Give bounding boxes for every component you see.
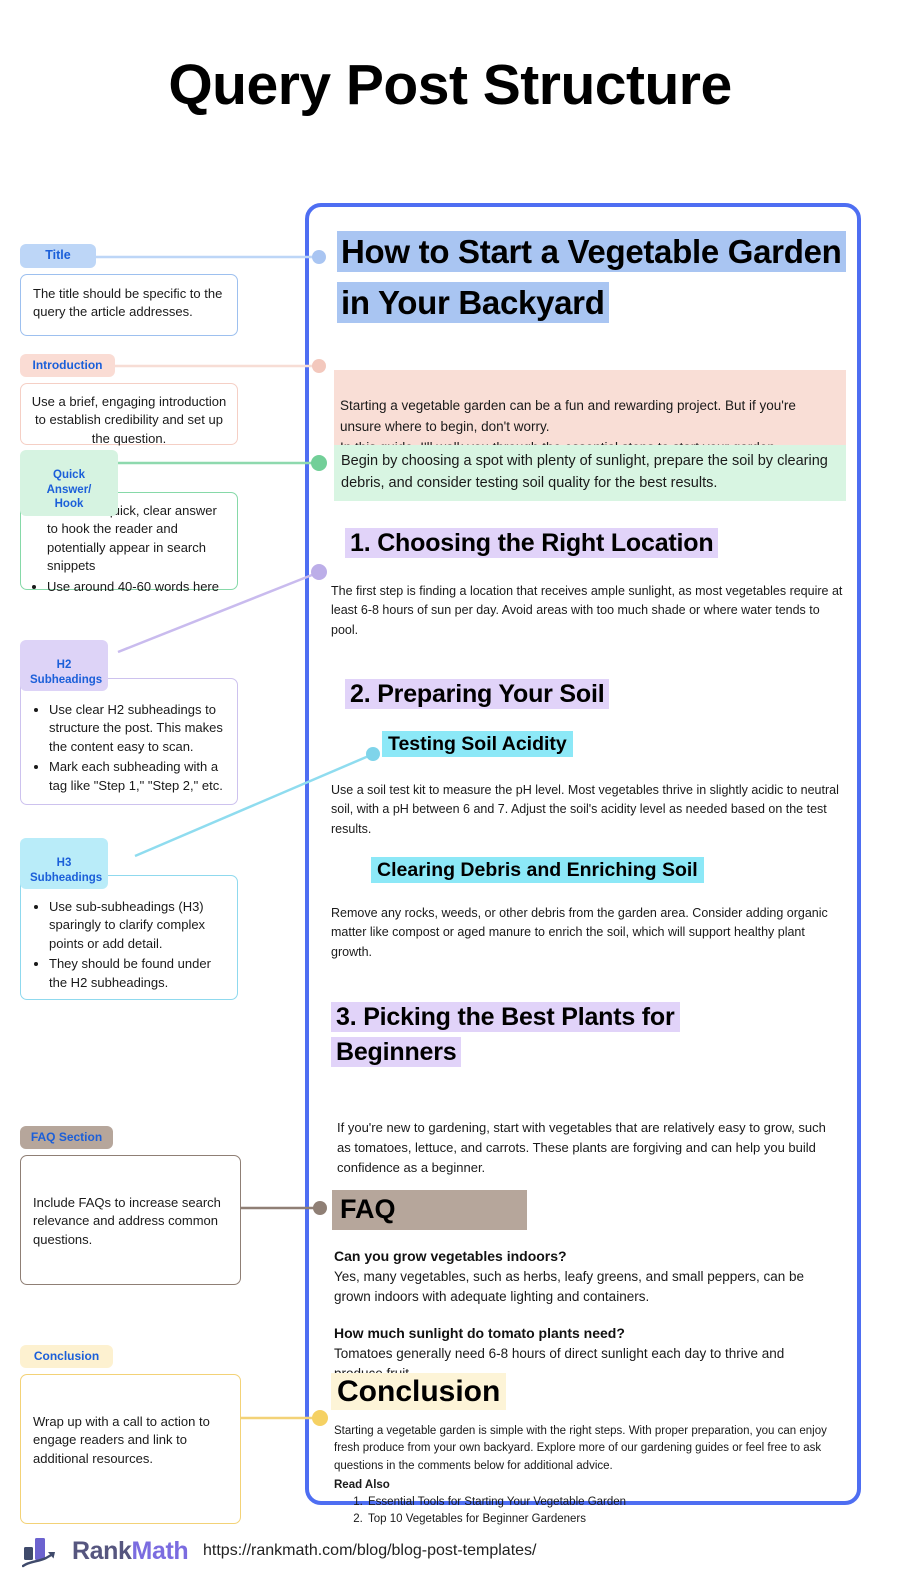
preview-conclusion-heading-text: Conclusion [331, 1373, 507, 1410]
preview-h3-heading-2-text: Clearing Debris and Enriching Soil [371, 857, 704, 883]
annotation-tag-label-title: Title [45, 248, 71, 262]
preview-conclusion-body-text: Starting a vegetable garden is simple wi… [334, 1425, 827, 1472]
preview-h2-heading-2-text: 2. Preparing Your Soil [345, 679, 610, 709]
preview-body-1-text: The first step is finding a location tha… [331, 584, 843, 637]
annotation-tag-introduction: Introduction [20, 354, 115, 377]
annotation-tag-label-introduction: Introduction [32, 358, 103, 372]
annotation-note-introduction: Use a brief, engaging introduction to es… [20, 383, 238, 446]
preview-h3-heading-2: Clearing Debris and Enriching Soil [371, 857, 841, 884]
preview-post-title-text: How to Start a Vegetable Garden in Your … [337, 231, 846, 324]
footer: RankMath https://rankmath.com/blog/blog-… [0, 1531, 900, 1587]
annotation-tag-label-quick-answer: Quick Answer/ Hook [46, 469, 92, 511]
list-item: Use clear H2 subheadings to structure th… [49, 701, 227, 756]
preview-quick-answer-text: Begin by choosing a spot with plenty of … [341, 453, 828, 491]
preview-faq-question-2-text: How much sunlight do tomato plants need? [334, 1325, 625, 1341]
preview-h2-heading-2: 2. Preparing Your Soil [345, 677, 825, 712]
preview-body-2-text: Use a soil test kit to measure the pH le… [331, 783, 839, 836]
annotation-tag-h3: H3 Subheadings [20, 838, 108, 890]
preview-h2-heading-1: 1. Choosing the Right Location [345, 526, 825, 561]
annotation-note-title: The title should be specific to the quer… [20, 274, 238, 336]
annotation-note-text-conclusion: Wrap up with a call to action to engage … [33, 1414, 210, 1466]
annotation-tag-conclusion: Conclusion [20, 1345, 113, 1368]
preview-h3-heading-1: Testing Soil Acidity [382, 731, 842, 758]
preview-faq-question-1: Can you grow vegetables indoors? [334, 1248, 567, 1264]
annotation-note-text-faq: Include FAQs to increase search relevanc… [33, 1195, 221, 1247]
annotation-tag-title: Title [20, 244, 96, 268]
annotation-tag-h2: H2 Subheadings [20, 640, 108, 692]
annotation-note-h2: Use clear H2 subheadings to structure th… [20, 678, 238, 805]
annotation-tag-quick-answer: Quick Answer/ Hook [20, 450, 118, 516]
preview-h3-heading-1-text: Testing Soil Acidity [382, 731, 573, 757]
rankmath-logo-text: RankMath [72, 1537, 189, 1566]
preview-h2-heading-3-text: 3. Picking the Best Plants for Beginners [331, 1002, 680, 1067]
preview-faq-heading: FAQ [332, 1190, 527, 1231]
preview-conclusion-heading: Conclusion [331, 1373, 507, 1410]
list-item: Mark each subheading with a tag like "St… [49, 758, 227, 795]
annotation-bullet-list-quick-answer: Provide a quick, clear answer to hook th… [29, 502, 229, 596]
page-title: Query Post Structure [168, 53, 732, 117]
preview-read-also-list: Essential Tools for Starting Your Vegeta… [366, 1494, 850, 1529]
preview-faq-heading-text: FAQ [332, 1190, 527, 1231]
preview-faq-answer-1-text: Yes, many vegetables, such as herbs, lea… [334, 1269, 805, 1304]
annotation-tag-label-conclusion: Conclusion [33, 1349, 100, 1363]
annotation-note-conclusion: Wrap up with a call to action to engage … [20, 1374, 241, 1524]
annotation-note-h3: Use sub-subheadings (H3) sparingly to cl… [20, 875, 238, 1000]
annotation-note-text-introduction: Use a brief, engaging introduction to es… [31, 394, 227, 446]
annotation-note-faq: Include FAQs to increase search relevanc… [20, 1155, 241, 1285]
annotation-tag-label-faq: FAQ Section [30, 1130, 103, 1144]
preview-h2-heading-3: 3. Picking the Best Plants for Beginners [331, 1000, 791, 1069]
preview-body-3-text: Remove any rocks, weeds, or other debris… [331, 906, 828, 959]
preview-body-2: Use a soil test kit to measure the pH le… [331, 781, 843, 839]
list-item[interactable]: Essential Tools for Starting Your Vegeta… [366, 1494, 850, 1511]
annotation-tag-label-h3: H3 Subheadings [30, 857, 103, 884]
list-item: Use sub-subheadings (H3) sparingly to cl… [49, 898, 227, 953]
preview-body-4: If you're new to gardening, start with v… [337, 1118, 839, 1178]
preview-body-3: Remove any rocks, weeds, or other debris… [331, 904, 833, 962]
preview-conclusion-body: Starting a vegetable garden is simple wi… [334, 1423, 850, 1529]
preview-body-4-text: If you're new to gardening, start with v… [337, 1120, 826, 1176]
infographic-root: Query Post Structure Title The title sho… [0, 0, 900, 1587]
footer-url[interactable]: https://rankmath.com/blog/blog-post-temp… [203, 1542, 537, 1560]
annotation-tag-faq: FAQ Section [20, 1126, 113, 1149]
preview-body-1: The first step is finding a location tha… [331, 582, 843, 640]
preview-faq-answer-1: Yes, many vegetables, such as herbs, lea… [334, 1267, 834, 1306]
preview-faq-question-2: How much sunlight do tomato plants need? [334, 1325, 625, 1341]
preview-post-title: How to Start a Vegetable Garden in Your … [337, 226, 846, 328]
list-item: Use around 40-60 words here [47, 578, 229, 596]
annotation-note-text-title: The title should be specific to the quer… [33, 286, 223, 320]
rankmath-logo-icon [22, 1538, 55, 1568]
list-item[interactable]: Top 10 Vegetables for Beginner Gardeners [366, 1511, 850, 1528]
preview-read-also-label: Read Also [334, 1478, 390, 1491]
preview-quick-answer: Begin by choosing a spot with plenty of … [334, 445, 846, 501]
blog-post-preview-panel: How to Start a Vegetable Garden in Your … [305, 203, 861, 1525]
annotation-tag-label-h2: H2 Subheadings [30, 659, 103, 686]
list-item: They should be found under the H2 subhea… [49, 955, 227, 992]
annotation-bullet-list-h2: Use clear H2 subheadings to structure th… [31, 701, 227, 795]
preview-faq-question-1-text: Can you grow vegetables indoors? [334, 1248, 567, 1264]
logo-rank-text: Rank [72, 1537, 132, 1565]
annotation-bullet-list-h3: Use sub-subheadings (H3) sparingly to cl… [31, 898, 227, 992]
preview-h2-heading-1-text: 1. Choosing the Right Location [345, 528, 719, 558]
logo-math-text: Math [131, 1537, 189, 1565]
